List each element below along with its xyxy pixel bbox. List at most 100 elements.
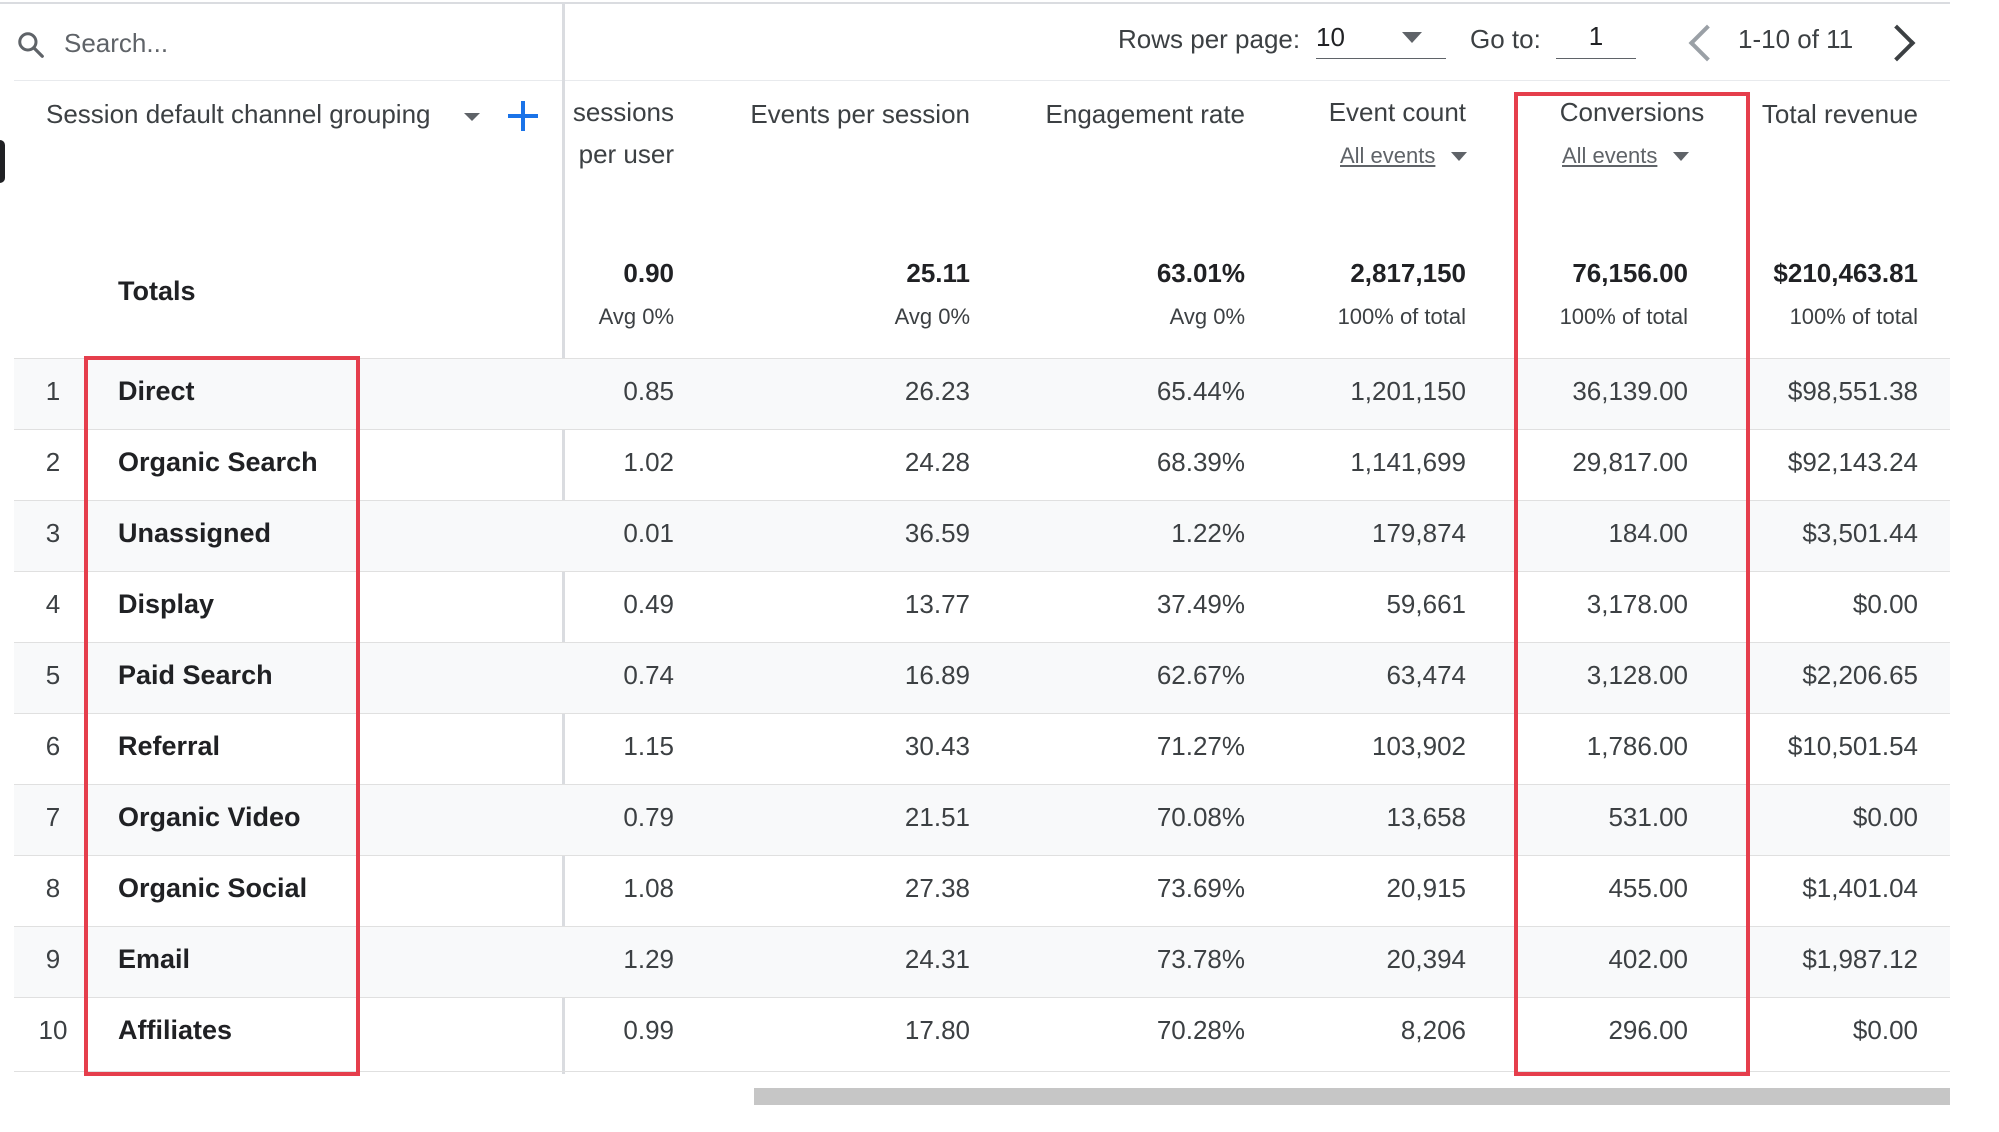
dimension-dropdown-icon[interactable] — [464, 113, 480, 121]
total-revenue-value: $0.00 — [1852, 589, 1918, 619]
sessions-per-user-value: 1.08 — [623, 873, 674, 903]
events-per-session-value: 17.80 — [904, 1015, 970, 1045]
conversions-filter[interactable]: All events — [1562, 143, 1657, 169]
table-row[interactable]: 4 Display 0.49 13.77 37.49% 59,661 3,178… — [14, 571, 1950, 643]
conversions-value: 184.00 — [1608, 518, 1688, 548]
event-count-value: 63,474 — [1386, 660, 1466, 690]
events-per-session-header[interactable]: Events per session — [700, 94, 970, 134]
search-input[interactable] — [64, 22, 544, 64]
event-count-filter[interactable]: All events — [1340, 143, 1435, 169]
search-icon — [18, 32, 44, 58]
table-row[interactable]: 1 Direct 0.85 26.23 65.44% 1,201,150 36,… — [14, 358, 1950, 430]
sessions-per-user-value: 0.01 — [623, 518, 674, 548]
event-count-value: 20,394 — [1386, 944, 1466, 974]
engagement-rate-header[interactable]: Engagement rate — [1000, 94, 1245, 134]
total-revenue-value: $10,501.54 — [1787, 731, 1918, 761]
sessions-per-user-value: 0.79 — [623, 802, 674, 832]
table-row[interactable]: 10 Affiliates 0.99 17.80 70.28% 8,206 29… — [14, 997, 1950, 1069]
search-divider — [14, 80, 1950, 81]
conversions-value: 1,786.00 — [1586, 731, 1688, 761]
chevron-down-icon — [1402, 32, 1422, 43]
sessions-per-user-header[interactable]: sessions — [562, 92, 674, 132]
conversions-value: 296.00 — [1608, 1015, 1688, 1045]
chevron-down-icon[interactable] — [1673, 152, 1689, 161]
table-row[interactable]: 2 Organic Search 1.02 24.28 68.39% 1,141… — [14, 429, 1950, 501]
pagination-range: 1-10 of 11 — [1738, 24, 1854, 54]
conversions-value: 3,178.00 — [1586, 589, 1688, 619]
engagement-rate-value: 71.27% — [1156, 731, 1245, 761]
dimension-column-header[interactable]: Session default channel grouping — [46, 94, 431, 134]
events-per-session-value: 24.31 — [904, 944, 970, 974]
channel-name[interactable]: Display — [118, 589, 214, 620]
engagement-rate-value: 37.49% — [1156, 589, 1245, 619]
next-page-icon[interactable] — [1878, 24, 1916, 62]
totals-event-count: 2,817,150 — [1350, 258, 1466, 288]
table-row[interactable]: 3 Unassigned 0.01 36.59 1.22% 179,874 18… — [14, 500, 1950, 572]
table-row[interactable]: 7 Organic Video 0.79 21.51 70.08% 13,658… — [14, 784, 1950, 856]
channel-name[interactable]: Paid Search — [118, 660, 273, 691]
table-row[interactable]: 6 Referral 1.15 30.43 71.27% 103,902 1,7… — [14, 713, 1950, 785]
event-count-value: 59,661 — [1386, 589, 1466, 619]
rows-per-page-label: Rows per page: — [1118, 24, 1301, 54]
row-number: 2 — [45, 447, 61, 477]
rows-per-page-select[interactable]: 10 — [1316, 16, 1446, 59]
table-bottom-border — [14, 1071, 1950, 1072]
total-revenue-value: $92,143.24 — [1787, 447, 1918, 477]
sessions-per-user-header-line2[interactable]: per user — [562, 134, 674, 174]
row-number: 10 — [38, 1015, 68, 1045]
row-number: 6 — [45, 731, 61, 761]
left-edge-marker — [0, 140, 5, 183]
totals-total-revenue: $210,463.81 — [1773, 258, 1918, 288]
channel-name[interactable]: Organic Video — [118, 802, 301, 833]
events-per-session-value: 27.38 — [904, 873, 970, 903]
totals-engagement-rate-sub: Avg 0% — [1169, 304, 1245, 329]
conversions-header[interactable]: Conversions — [1520, 92, 1744, 132]
sessions-per-user-value: 1.15 — [623, 731, 674, 761]
event-count-value: 1,141,699 — [1350, 447, 1466, 477]
channel-name[interactable]: Organic Social — [118, 873, 307, 904]
event-count-header[interactable]: Event count — [1270, 92, 1466, 132]
channel-name[interactable]: Organic Search — [118, 447, 318, 478]
totals-events-per-session: 25.11 — [906, 258, 970, 288]
channel-name[interactable]: Referral — [118, 731, 220, 762]
total-revenue-value: $1,401.04 — [1802, 873, 1918, 903]
row-number: 8 — [45, 873, 61, 903]
table-row[interactable]: 8 Organic Social 1.08 27.38 73.69% 20,91… — [14, 855, 1950, 927]
conversions-value: 36,139.00 — [1572, 376, 1688, 406]
engagement-rate-value: 1.22% — [1171, 518, 1245, 548]
total-revenue-header[interactable]: Total revenue — [1748, 94, 1918, 134]
total-revenue-value: $3,501.44 — [1802, 518, 1918, 548]
rows-per-page-value: 10 — [1316, 22, 1345, 52]
sessions-per-user-value: 0.85 — [623, 376, 674, 406]
conversions-value: 3,128.00 — [1586, 660, 1688, 690]
sessions-per-user-value: 0.74 — [623, 660, 674, 690]
totals-engagement-rate: 63.01% — [1156, 258, 1245, 288]
table-row[interactable]: 9 Email 1.29 24.31 73.78% 20,394 402.00 … — [14, 926, 1950, 998]
totals-sessions-per-user-sub: Avg 0% — [598, 304, 674, 329]
event-count-value: 13,658 — [1386, 802, 1466, 832]
row-number: 5 — [45, 660, 61, 690]
chevron-down-icon[interactable] — [1451, 152, 1467, 161]
conversions-value: 531.00 — [1608, 802, 1688, 832]
event-count-value: 179,874 — [1372, 518, 1466, 548]
table-row[interactable]: 5 Paid Search 0.74 16.89 62.67% 63,474 3… — [14, 642, 1950, 714]
engagement-rate-value: 65.44% — [1156, 376, 1245, 406]
engagement-rate-value: 73.78% — [1156, 944, 1245, 974]
add-dimension-icon-stem[interactable] — [521, 101, 525, 131]
event-count-value: 20,915 — [1386, 873, 1466, 903]
channel-name[interactable]: Email — [118, 944, 190, 975]
channel-name[interactable]: Affiliates — [118, 1015, 232, 1046]
previous-page-icon[interactable] — [1688, 24, 1726, 62]
event-count-value: 103,902 — [1372, 731, 1466, 761]
events-per-session-value: 13.77 — [904, 589, 970, 619]
total-revenue-value: $2,206.65 — [1802, 660, 1918, 690]
horizontal-scrollbar[interactable] — [754, 1088, 1950, 1105]
total-revenue-value: $98,551.38 — [1787, 376, 1918, 406]
events-per-session-value: 21.51 — [904, 802, 970, 832]
conversions-value: 29,817.00 — [1572, 447, 1688, 477]
conversions-value: 402.00 — [1608, 944, 1688, 974]
channel-name[interactable]: Direct — [118, 376, 195, 407]
channel-name[interactable]: Unassigned — [118, 518, 271, 549]
goto-page-input[interactable]: 1 — [1556, 16, 1636, 59]
conversions-value: 455.00 — [1608, 873, 1688, 903]
